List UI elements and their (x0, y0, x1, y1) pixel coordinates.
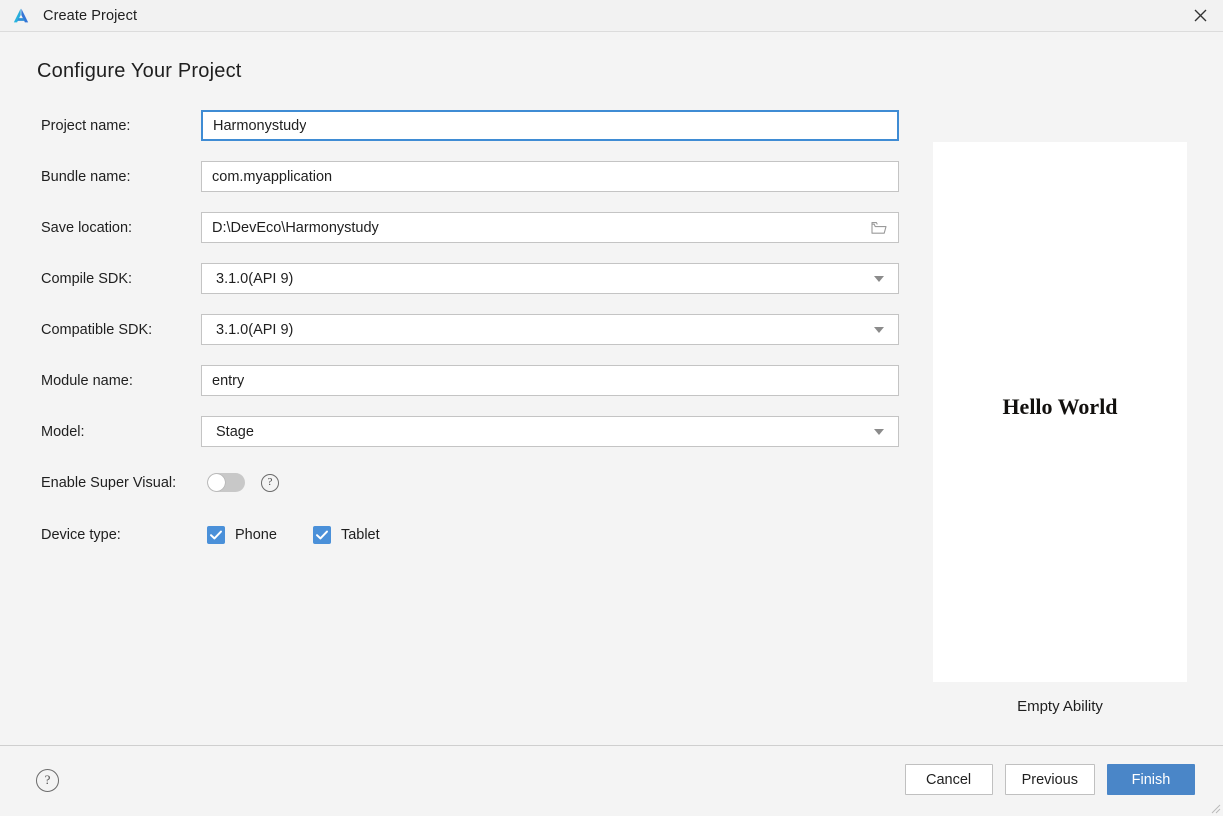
toggle-knob (208, 474, 225, 491)
bundle-name-value: com.myapplication (212, 168, 333, 185)
phone-checkbox[interactable] (207, 525, 225, 544)
super-visual-help-icon[interactable]: ? (261, 473, 279, 492)
check-icon (210, 530, 222, 539)
folder-icon[interactable] (871, 221, 887, 235)
dialog-content: Configure Your Project Project name: Har… (0, 32, 1223, 746)
cancel-button[interactable]: Cancel (904, 764, 993, 795)
form-row-compatible-sdk: Compatible SDK: 3.1.0(API 9) (41, 314, 899, 345)
finish-button[interactable]: Finish (1107, 764, 1195, 795)
window-title: Create Project (43, 7, 138, 24)
label-super-visual: Enable Super Visual: (41, 474, 177, 491)
compile-sdk-value: 3.1.0(API 9) (216, 270, 294, 287)
model-select[interactable]: Stage (201, 416, 899, 447)
device-type-checkbox-group: Phone Tablet (207, 525, 416, 544)
label-compatible-sdk: Compatible SDK: (41, 321, 153, 338)
device-option-phone[interactable]: Phone (207, 525, 277, 544)
phone-label: Phone (235, 526, 277, 543)
resize-grip-icon[interactable] (1211, 804, 1221, 814)
device-option-tablet[interactable]: Tablet (312, 525, 380, 544)
tablet-label: Tablet (340, 526, 380, 543)
super-visual-toggle[interactable] (207, 473, 245, 492)
label-save-location: Save location: (41, 219, 133, 236)
save-location-value: D:\DevEco\Harmonystudy (212, 219, 379, 236)
project-name-value: Harmonystudy (213, 117, 307, 134)
project-name-input[interactable]: Harmonystudy (201, 110, 899, 141)
dialog-footer: ? Cancel Previous Finish (0, 745, 1223, 816)
form-row-compile-sdk: Compile SDK: 3.1.0(API 9) (41, 263, 899, 294)
preview-caption: Empty Ability (1017, 698, 1103, 715)
form-row-super-visual: Enable Super Visual: ? (41, 467, 899, 498)
compile-sdk-select[interactable]: 3.1.0(API 9) (201, 263, 899, 294)
preview-screen-text: Hello World (1002, 394, 1118, 419)
bundle-name-input[interactable]: com.myapplication (201, 161, 899, 192)
label-model: Model: (41, 423, 85, 440)
compatible-sdk-select[interactable]: 3.1.0(API 9) (201, 314, 899, 345)
chevron-down-icon[interactable] (874, 326, 884, 333)
module-name-input[interactable]: entry (201, 365, 899, 396)
label-module-name: Module name: (41, 372, 133, 389)
tablet-checkbox[interactable] (312, 525, 331, 544)
module-name-value: entry (212, 372, 245, 389)
label-device-type: Device type: (41, 526, 121, 543)
compatible-sdk-value: 3.1.0(API 9) (216, 321, 294, 338)
form-row-project-name: Project name: Harmonystudy (41, 110, 899, 141)
previous-button[interactable]: Previous (1004, 764, 1095, 795)
template-preview: Hello World Empty Ability (933, 142, 1187, 715)
page-title: Configure Your Project (37, 60, 242, 82)
preview-screen: Hello World (933, 142, 1187, 682)
deveco-logo-icon (13, 8, 29, 22)
footer-help-icon[interactable]: ? (36, 769, 59, 792)
close-glyph (1194, 9, 1206, 22)
project-config-form: Project name: Harmonystudy Bundle name: … (41, 110, 899, 570)
label-compile-sdk: Compile SDK: (41, 270, 133, 287)
footer-button-group: Cancel Previous Finish (893, 764, 1195, 795)
chevron-down-icon[interactable] (874, 428, 884, 435)
model-value: Stage (216, 423, 254, 440)
form-row-save-location: Save location: D:\DevEco\Harmonystudy (41, 212, 899, 243)
save-location-input[interactable]: D:\DevEco\Harmonystudy (201, 212, 899, 243)
close-icon[interactable] (1177, 0, 1223, 31)
label-project-name: Project name: (41, 117, 131, 134)
form-row-device-type: Device type: Phone Tablet (41, 519, 899, 550)
form-row-model: Model: Stage (41, 416, 899, 447)
window-titlebar: Create Project (0, 0, 1223, 32)
check-icon (315, 530, 328, 539)
form-row-module-name: Module name: entry (41, 365, 899, 396)
label-bundle-name: Bundle name: (41, 168, 131, 185)
form-row-bundle-name: Bundle name: com.myapplication (41, 161, 899, 192)
chevron-down-icon[interactable] (874, 275, 884, 282)
